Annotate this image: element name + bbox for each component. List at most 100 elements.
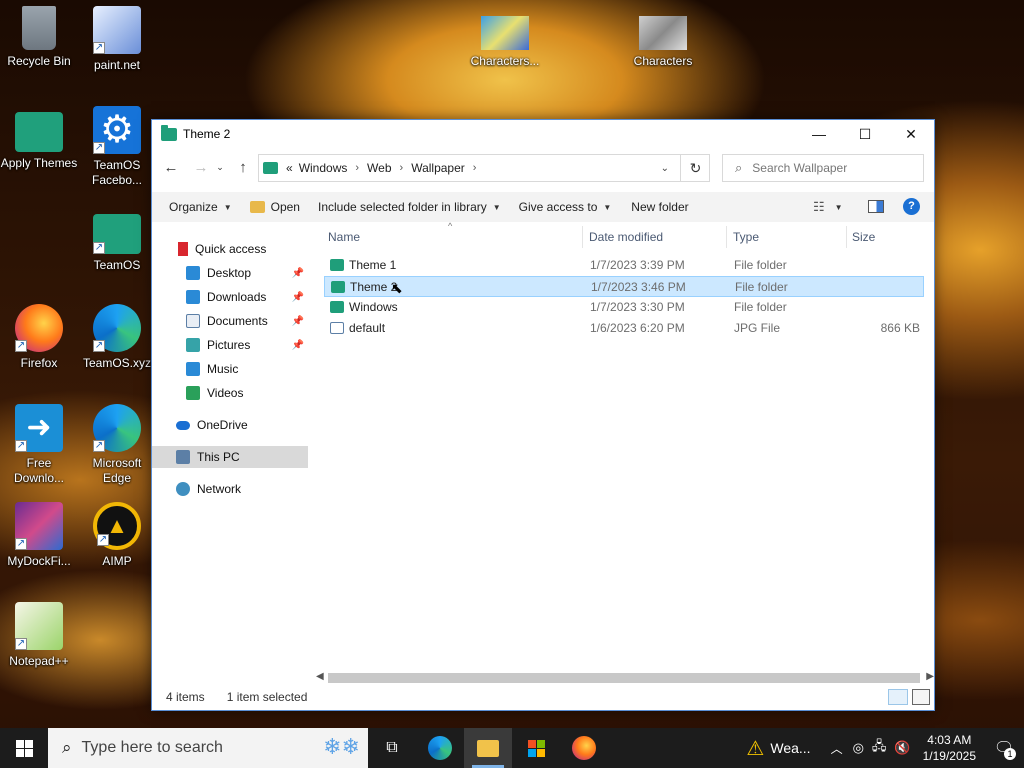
file-explorer-window[interactable]: Theme 2 — ☐ ✕ ← → ⌄ ↑ « Windows › Web › … xyxy=(151,119,935,711)
desktop-icon-aimp[interactable]: ▲ ↗ AIMP xyxy=(78,502,156,569)
desktop-icon-apply-themes[interactable]: Apply Themes xyxy=(0,108,78,171)
taskbar-file-explorer[interactable] xyxy=(464,728,512,768)
pin-icon[interactable]: 📌 xyxy=(292,340,304,351)
address-overflow[interactable]: « xyxy=(286,161,293,175)
file-row-theme-2[interactable]: Theme 2 1/7/2023 3:46 PM File folder ⬉ xyxy=(324,276,924,297)
pin-icon[interactable]: 📌 xyxy=(292,292,304,303)
address-bar[interactable]: « Windows › Web › Wallpaper › ⌄ xyxy=(258,154,710,182)
desktop-icon-teamos-facebook[interactable]: ⚙ ↗ TeamOS Facebo... xyxy=(78,106,156,188)
desktop-icon-mydockfinder[interactable]: ↗ MyDockFi... xyxy=(0,502,78,569)
weather-widget[interactable]: ⚠ Wea... xyxy=(746,736,810,761)
nav-videos[interactable]: Videos xyxy=(152,382,308,404)
details-view-button[interactable] xyxy=(888,689,908,705)
pin-icon[interactable]: 📌 xyxy=(292,316,304,327)
scroll-left-icon[interactable]: ◀ xyxy=(316,671,324,682)
search-input[interactable]: ⌕ Search Wallpaper xyxy=(722,154,924,182)
column-divider[interactable] xyxy=(582,226,583,248)
minimize-button[interactable]: — xyxy=(796,120,842,148)
column-divider[interactable] xyxy=(726,226,727,248)
chevron-right-icon[interactable]: › xyxy=(355,162,359,174)
scrollbar-thumb[interactable] xyxy=(328,673,920,683)
up-button[interactable]: ↑ xyxy=(231,155,255,179)
column-divider[interactable] xyxy=(846,226,847,248)
taskbar-firefox[interactable] xyxy=(560,728,608,768)
back-button[interactable]: ← xyxy=(159,155,183,179)
help-icon[interactable]: ? xyxy=(903,198,920,215)
chevron-right-icon[interactable]: › xyxy=(400,162,404,174)
include-in-library-button[interactable]: Include selected folder in library ▼ xyxy=(318,200,501,214)
desktop-icon xyxy=(186,266,200,280)
taskbar-edge[interactable] xyxy=(416,728,464,768)
shortcut-arrow-icon: ↗ xyxy=(15,538,27,550)
desktop-icon-paintnet[interactable]: ↗ paint.net xyxy=(78,6,156,73)
file-name: Theme 1 xyxy=(349,258,397,272)
desktop-icon-characters-2[interactable]: Characters xyxy=(624,16,702,69)
pin-icon[interactable]: 📌 xyxy=(292,268,304,279)
nav-documents[interactable]: Documents 📌 xyxy=(152,310,308,332)
nav-pictures[interactable]: Pictures 📌 xyxy=(152,334,308,356)
nav-music[interactable]: Music xyxy=(152,358,308,380)
organize-button[interactable]: Organize ▼ xyxy=(169,200,232,214)
forward-button[interactable]: → xyxy=(189,155,213,179)
desktop-icon-recycle-bin[interactable]: Recycle Bin xyxy=(0,6,78,69)
preview-pane-button[interactable] xyxy=(868,200,884,213)
nav-network[interactable]: Network xyxy=(152,478,308,500)
column-header-date[interactable]: Date modified xyxy=(589,230,663,244)
file-type: File folder xyxy=(735,280,788,294)
address-dropdown-icon[interactable]: ⌄ xyxy=(661,163,669,174)
change-view-button[interactable]: ☷ ▼ xyxy=(813,199,843,215)
desktop-icon-free-download[interactable]: ➜ ↗ Free Downlo... xyxy=(0,404,78,486)
column-header-name[interactable]: Name xyxy=(328,230,360,244)
chevron-right-icon[interactable]: › xyxy=(473,162,477,174)
network-icon[interactable]: 🖧 xyxy=(872,737,887,759)
file-name: Windows xyxy=(349,300,398,314)
meet-now-icon[interactable]: ◎ xyxy=(853,740,864,756)
desktop-icon-microsoft-edge[interactable]: ↗ Microsoft Edge xyxy=(78,404,156,486)
scroll-right-icon[interactable]: ▶ xyxy=(926,671,934,682)
nav-desktop[interactable]: Desktop 📌 xyxy=(152,262,308,284)
breadcrumb-web[interactable]: Web xyxy=(367,161,391,175)
search-icon: ⌕ xyxy=(62,738,72,757)
recent-locations-button[interactable]: ⌄ xyxy=(213,155,227,179)
desktop-icon-teamos-xyz[interactable]: ↗ TeamOS.xyz xyxy=(78,304,156,371)
breadcrumb-wallpaper[interactable]: Wallpaper xyxy=(411,161,465,175)
desktop-icon-teamos[interactable]: ↗ TeamOS xyxy=(78,210,156,273)
start-button[interactable] xyxy=(0,728,48,768)
file-row-windows[interactable]: Windows 1/7/2023 3:30 PM File folder xyxy=(324,297,924,318)
nav-this-pc[interactable]: This PC xyxy=(152,446,308,468)
clock[interactable]: 4:03 AM 1/19/2025 xyxy=(923,732,976,764)
file-row-theme-1[interactable]: Theme 1 1/7/2023 3:39 PM File folder xyxy=(324,255,924,276)
title-bar[interactable]: Theme 2 — ☐ ✕ xyxy=(152,120,934,148)
nav-onedrive[interactable]: OneDrive xyxy=(152,414,308,436)
desktop-icon-firefox[interactable]: ↗ Firefox xyxy=(0,304,78,371)
refresh-button[interactable]: ↻ xyxy=(680,154,710,182)
folder-icon: ↗ xyxy=(93,214,141,254)
open-button[interactable]: Open xyxy=(249,200,300,214)
new-folder-button[interactable]: New folder xyxy=(631,200,688,214)
breadcrumb-windows[interactable]: Windows xyxy=(299,161,348,175)
open-folder-icon xyxy=(249,201,265,213)
large-icons-view-button[interactable] xyxy=(912,689,930,705)
maximize-button[interactable]: ☐ xyxy=(842,120,888,148)
close-button[interactable]: ✕ xyxy=(888,120,934,148)
nav-quick-access[interactable]: Quick access xyxy=(152,238,308,260)
clock-time: 4:03 AM xyxy=(927,733,972,747)
show-hidden-icons-chevron-up-icon[interactable]: ︿ xyxy=(831,740,843,757)
file-row-default[interactable]: default 1/6/2023 6:20 PM JPG File 866 KB xyxy=(324,318,924,339)
notification-center-button[interactable]: 🗨 1 xyxy=(984,728,1024,768)
desktop-icon-characters-1[interactable]: Characters... xyxy=(466,16,544,69)
horizontal-scrollbar[interactable]: ◀ ▶ xyxy=(314,671,934,685)
nav-downloads[interactable]: Downloads 📌 xyxy=(152,286,308,308)
edge-icon xyxy=(428,736,452,760)
column-header-type[interactable]: Type xyxy=(733,230,759,244)
volume-muted-icon[interactable]: 🔇 xyxy=(894,740,910,756)
column-header-size[interactable]: Size xyxy=(852,230,875,244)
desktop-icon-label: Microsoft Edge xyxy=(92,456,142,485)
image-thumbnail-icon xyxy=(481,16,529,50)
taskbar-search-box[interactable]: ⌕ Type here to search ❄❄ xyxy=(48,728,368,768)
give-access-button[interactable]: Give access to ▼ xyxy=(519,200,612,214)
desktop-icon-notepadpp[interactable]: ↗ Notepad++ xyxy=(0,602,78,669)
details-view-icon: ☷ xyxy=(813,199,825,214)
taskbar-store[interactable] xyxy=(512,728,560,768)
task-view-button[interactable]: ⧉ xyxy=(368,728,416,768)
